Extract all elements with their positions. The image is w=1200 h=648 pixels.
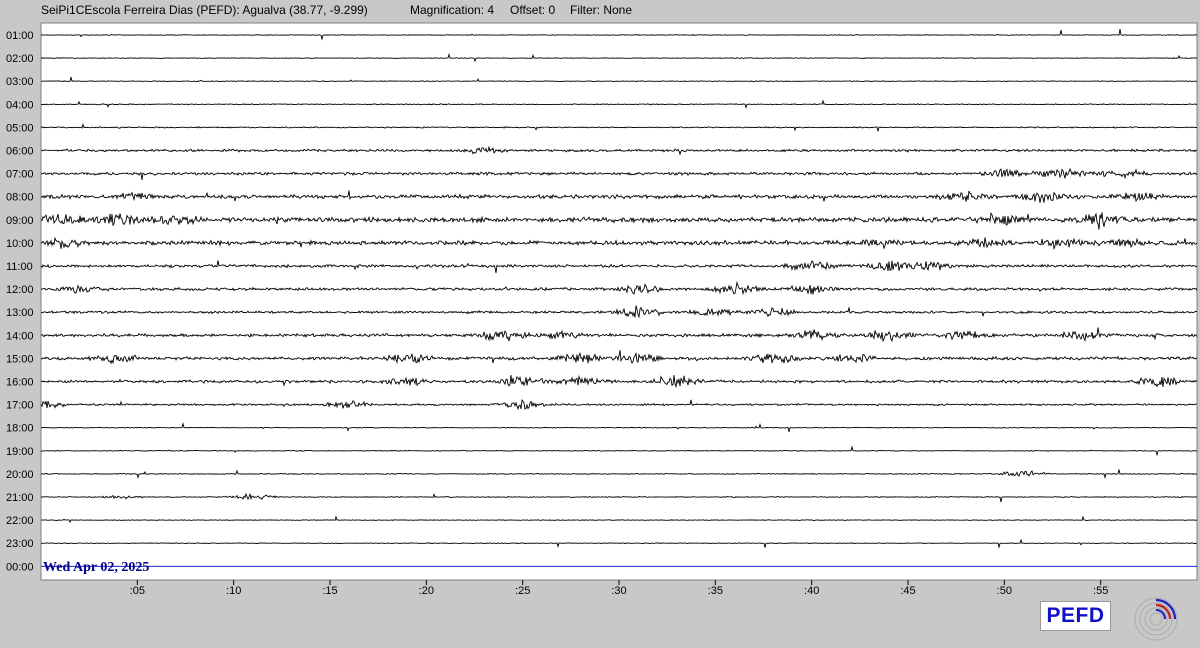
- minute-tick-label: :30: [611, 585, 626, 597]
- hour-label-2000: 20:00: [6, 469, 34, 481]
- hour-label-0900: 09:00: [6, 215, 34, 227]
- hour-label-1800: 18:00: [6, 423, 34, 435]
- minute-tick-label: :05: [130, 585, 145, 597]
- minute-tick-label: :15: [322, 585, 337, 597]
- hour-label-2200: 22:00: [6, 515, 34, 527]
- hour-label-0300: 03:00: [6, 76, 34, 88]
- hour-label-0700: 07:00: [6, 169, 34, 181]
- hour-label-2100: 21:00: [6, 492, 34, 504]
- hour-label-0800: 08:00: [6, 192, 34, 204]
- hour-label-1400: 14:00: [6, 330, 34, 342]
- minute-tick-label: :40: [804, 585, 819, 597]
- hour-label-0400: 04:00: [6, 99, 34, 111]
- hour-label-1300: 13:00: [6, 307, 34, 319]
- hour-label-1200: 12:00: [6, 284, 34, 296]
- hour-label-1700: 17:00: [6, 400, 34, 412]
- station-logo: PEFD: [1040, 601, 1111, 631]
- minute-tick-label: :50: [997, 585, 1012, 597]
- logo-text: PEFD: [1046, 604, 1105, 627]
- minute-tick-label: :55: [1093, 585, 1108, 597]
- minute-tick-label: :45: [900, 585, 915, 597]
- minute-tick-label: :10: [226, 585, 241, 597]
- hour-label-1500: 15:00: [6, 353, 34, 365]
- hour-label-1900: 19:00: [6, 446, 34, 458]
- minute-tick-group: :05 :10 :15 :20 :25 :30 :35 :40 :45 :50 :55: [130, 580, 1108, 597]
- hour-label-1000: 10:00: [6, 238, 34, 250]
- minute-tick-label: :25: [515, 585, 530, 597]
- hour-label-group: 01:00 02:00 03:00 04:00 05:00 06:00 07:00 08:00…: [6, 30, 34, 573]
- hour-label-0600: 06:00: [6, 146, 34, 158]
- hour-label-0500: 05:00: [6, 122, 34, 134]
- hour-label-0200: 02:00: [6, 53, 34, 65]
- hour-label-1600: 16:00: [6, 377, 34, 389]
- hour-label-0100: 01:00: [6, 30, 34, 42]
- hour-label-1100: 11:00: [6, 261, 33, 273]
- hour-label-0000: 00:00: [6, 561, 34, 573]
- date-label: Wed Apr 02, 2025: [43, 560, 149, 575]
- minute-tick-label: :35: [708, 585, 723, 597]
- helicorder-plot: 01:00 02:00 03:00 04:00 05:00 06:00 07:00 08:00…: [6, 22, 1198, 597]
- hour-label-2300: 23:00: [6, 538, 34, 550]
- seismograph-logo-icon: [1134, 597, 1178, 641]
- minute-tick-label: :20: [419, 585, 434, 597]
